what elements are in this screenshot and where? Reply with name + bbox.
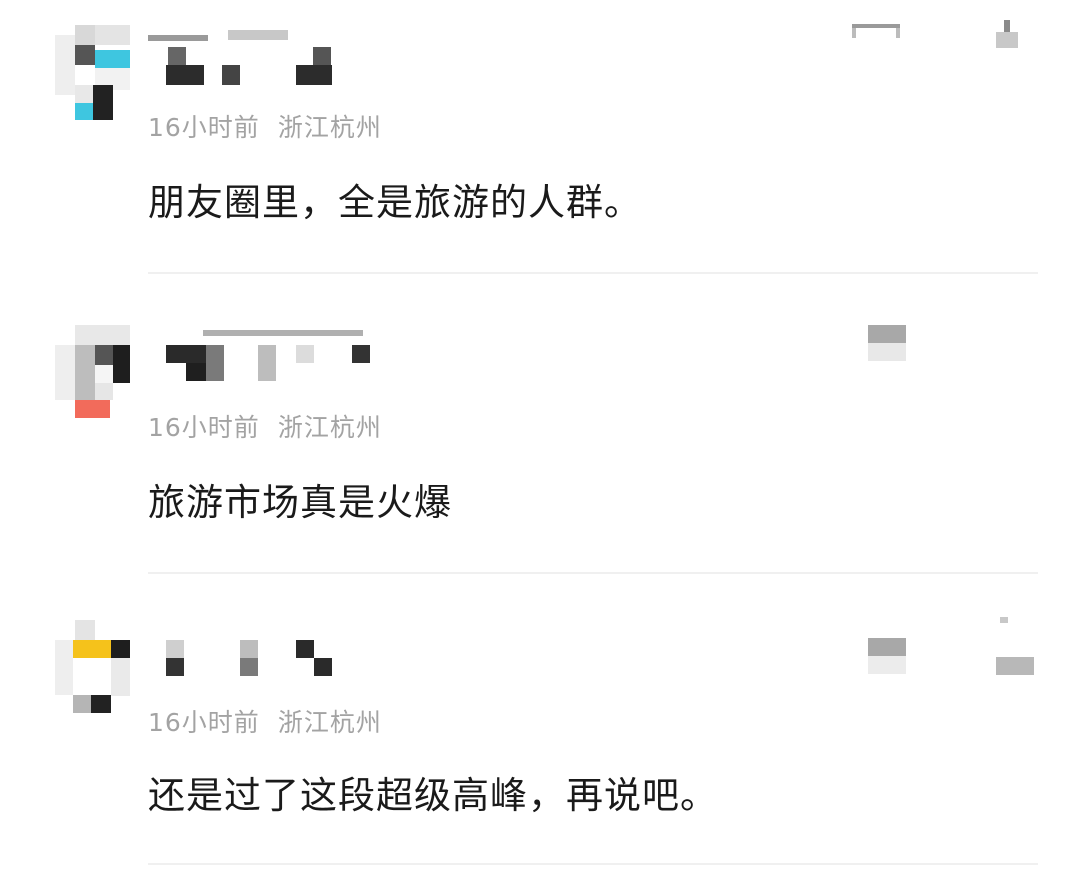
like-icon[interactable] xyxy=(996,20,1020,50)
avatar[interactable] xyxy=(55,25,130,120)
comment-location: 浙江杭州 xyxy=(277,708,382,737)
reply-icon[interactable] xyxy=(868,325,906,363)
like-icon[interactable] xyxy=(996,613,1034,677)
avatar[interactable] xyxy=(55,620,130,713)
comment-meta: 16小时前 浙江杭州 xyxy=(148,108,382,144)
comment-meta: 16小时前 浙江杭州 xyxy=(148,703,382,739)
comment-text: 朋友圈里，全是旅游的人群。 xyxy=(148,181,642,224)
comment-item: 16小时前 浙江杭州 朋友圈里，全是旅游的人群。 xyxy=(0,0,1080,280)
reply-icon[interactable] xyxy=(868,638,906,676)
username-blurred[interactable] xyxy=(148,620,368,680)
comment-text: 旅游市场真是火爆 xyxy=(148,481,452,524)
comment-time: 16小时前 xyxy=(148,708,260,737)
divider xyxy=(148,863,1038,865)
comment-meta: 16小时前 浙江杭州 xyxy=(148,408,382,444)
comment-item: 16小时前 浙江杭州 还是过了这段超级高峰，再说吧。 xyxy=(0,605,1080,871)
username-blurred[interactable] xyxy=(148,25,368,85)
comment-time: 16小时前 xyxy=(148,113,260,142)
comment-location: 浙江杭州 xyxy=(277,113,382,142)
reply-icon[interactable] xyxy=(852,24,900,48)
avatar[interactable] xyxy=(55,325,130,418)
comment-item: 16小时前 浙江杭州 旅游市场真是火爆 xyxy=(0,310,1080,580)
pixelated-avatar-icon xyxy=(55,25,130,120)
pixelated-avatar-icon xyxy=(55,325,130,420)
comment-time: 16小时前 xyxy=(148,413,260,442)
comment-location: 浙江杭州 xyxy=(277,413,382,442)
username-blurred[interactable] xyxy=(148,325,370,385)
pixelated-avatar-icon xyxy=(55,620,130,715)
divider xyxy=(148,572,1038,574)
divider xyxy=(148,272,1038,274)
comment-text: 还是过了这段超级高峰，再说吧。 xyxy=(148,774,718,817)
